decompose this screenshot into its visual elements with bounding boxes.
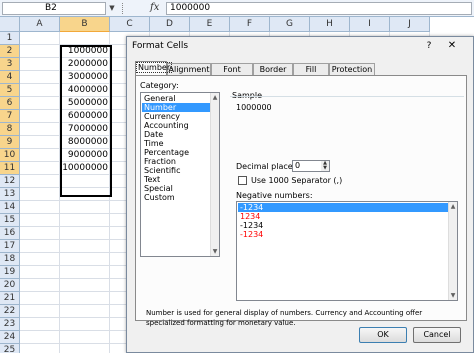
- ok-button[interactable]: OK: [359, 327, 407, 343]
- thousands-separator-checkbox[interactable]: [238, 176, 247, 185]
- negative-numbers-scrollbar[interactable]: ▲ ▼: [448, 202, 457, 300]
- negative-number-option[interactable]: -1234: [238, 221, 449, 230]
- number-tab-panel: Category: General Number Currency Accountin…: [135, 75, 467, 327]
- tab-fill[interactable]: Fill: [293, 63, 329, 75]
- row-header-23[interactable]: 23: [0, 318, 20, 331]
- category-item[interactable]: Special: [142, 184, 211, 193]
- row-header-8[interactable]: 8: [0, 123, 20, 136]
- row-header-9[interactable]: 9: [0, 136, 20, 149]
- insert-function-icon[interactable]: fx: [150, 1, 162, 15]
- sample-value: 1000000: [236, 103, 272, 112]
- tab-alignment[interactable]: Alignment: [167, 63, 211, 75]
- decimal-spinner-icon[interactable]: ▲ ▼: [321, 161, 329, 171]
- column-header-b[interactable]: B: [60, 17, 110, 32]
- tab-border[interactable]: Border: [253, 63, 293, 75]
- formula-bar-separator: [122, 3, 124, 14]
- category-item[interactable]: Accounting: [142, 121, 211, 130]
- row-header-6[interactable]: 6: [0, 97, 20, 110]
- category-item[interactable]: Date: [142, 130, 211, 139]
- row-header-2[interactable]: 2: [0, 45, 20, 58]
- tab-font[interactable]: Font: [211, 63, 253, 75]
- close-button[interactable]: ✕: [445, 40, 459, 52]
- scroll-up-icon[interactable]: ▲: [449, 202, 457, 211]
- row-header-21[interactable]: 21: [0, 292, 20, 305]
- row-header-25[interactable]: 25: [0, 344, 20, 353]
- scroll-down-icon[interactable]: ▼: [449, 291, 457, 300]
- format-cells-dialog: Format Cells ? ✕ Number Alignment Font B…: [126, 36, 474, 353]
- row-header-10[interactable]: 10: [0, 149, 20, 162]
- negative-number-option[interactable]: -1234: [238, 230, 449, 239]
- column-header-d[interactable]: D: [150, 17, 190, 32]
- cancel-button[interactable]: Cancel: [413, 327, 461, 343]
- row-header-14[interactable]: 14: [0, 201, 20, 214]
- category-label: Category:: [140, 81, 179, 90]
- row-header-18[interactable]: 18: [0, 253, 20, 266]
- category-item[interactable]: Custom: [142, 193, 211, 202]
- name-box[interactable]: B2: [2, 2, 106, 15]
- negative-number-option[interactable]: 1234: [238, 212, 449, 221]
- thousands-separator-label: Use 1000 Separator (,): [251, 176, 343, 185]
- category-item[interactable]: Time: [142, 139, 211, 148]
- category-item[interactable]: Currency: [142, 112, 211, 121]
- select-all-corner[interactable]: [0, 17, 20, 32]
- formula-bar: B2 ▼ fx 1000000: [0, 0, 474, 17]
- column-header-h[interactable]: H: [310, 17, 350, 32]
- decimal-places-label: Decimal places:: [236, 162, 300, 171]
- scroll-down-icon[interactable]: ▼: [211, 247, 219, 256]
- column-header-f[interactable]: F: [230, 17, 270, 32]
- column-header-e[interactable]: E: [190, 17, 230, 32]
- row-header-24[interactable]: 24: [0, 331, 20, 344]
- category-item[interactable]: Text: [142, 175, 211, 184]
- negative-number-option[interactable]: -1234: [238, 203, 449, 212]
- scroll-up-icon[interactable]: ▲: [211, 93, 219, 102]
- category-list[interactable]: General Number Currency Accounting Date Time P…: [140, 92, 220, 257]
- row-header-15[interactable]: 15: [0, 214, 20, 227]
- row-header-19[interactable]: 19: [0, 266, 20, 279]
- row-header-12[interactable]: 12: [0, 175, 20, 188]
- dialog-titlebar[interactable]: Format Cells ? ✕: [127, 37, 473, 55]
- column-header-i[interactable]: I: [350, 17, 390, 32]
- formula-input[interactable]: 1000000: [166, 2, 472, 15]
- category-item[interactable]: General: [142, 94, 211, 103]
- selection-range: [60, 45, 112, 197]
- row-header-17[interactable]: 17: [0, 240, 20, 253]
- row-header-5[interactable]: 5: [0, 84, 20, 97]
- column-header-g[interactable]: G: [270, 17, 310, 32]
- row-header-7[interactable]: 7: [0, 110, 20, 123]
- chevron-down-icon[interactable]: ▼: [108, 3, 116, 14]
- column-header-j[interactable]: J: [390, 17, 430, 32]
- row-header-3[interactable]: 3: [0, 58, 20, 71]
- category-item[interactable]: Scientific: [142, 166, 211, 175]
- category-item[interactable]: Percentage: [142, 148, 211, 157]
- category-description: Number is used for general display of nu…: [146, 309, 423, 327]
- row-header-13[interactable]: 13: [0, 188, 20, 201]
- category-scrollbar[interactable]: ▲ ▼: [210, 93, 219, 256]
- tab-number[interactable]: Number: [135, 61, 173, 75]
- column-header-a[interactable]: A: [20, 17, 60, 32]
- row-header-11[interactable]: 11: [0, 162, 20, 175]
- negative-numbers-label: Negative numbers:: [236, 191, 313, 200]
- row-header-1[interactable]: 1: [0, 32, 20, 45]
- help-button[interactable]: ?: [423, 40, 435, 52]
- category-item[interactable]: Fraction: [142, 157, 211, 166]
- row-header-20[interactable]: 20: [0, 279, 20, 292]
- column-header-c[interactable]: C: [110, 17, 150, 32]
- row-header-4[interactable]: 4: [0, 71, 20, 84]
- dialog-tabs: Number Alignment Font Border Fill Protec…: [135, 61, 467, 75]
- category-item[interactable]: Number: [142, 103, 211, 112]
- negative-numbers-list[interactable]: -1234 1234 -1234 -1234 ▲ ▼: [236, 201, 458, 301]
- row-header-16[interactable]: 16: [0, 227, 20, 240]
- dialog-title: Format Cells: [132, 41, 189, 51]
- row-header-22[interactable]: 22: [0, 305, 20, 318]
- tab-protection[interactable]: Protection: [329, 63, 375, 75]
